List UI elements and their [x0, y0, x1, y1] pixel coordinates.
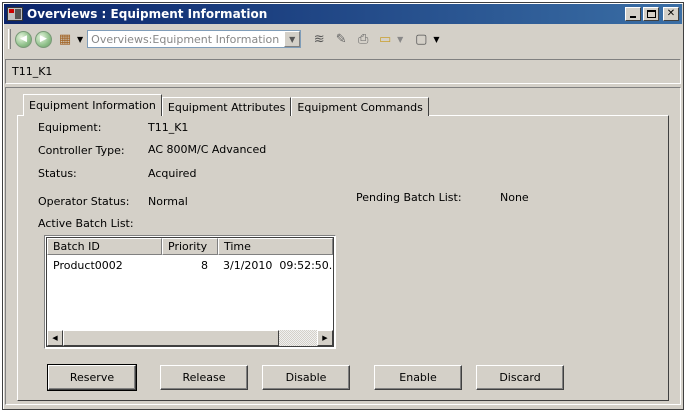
objects-icon: ▦: [58, 31, 72, 47]
scroll-left-button[interactable]: ◀: [47, 330, 63, 346]
tab-equipment-information[interactable]: Equipment Information: [23, 94, 162, 116]
pending-batch-list-label: Pending Batch List:: [356, 191, 462, 204]
pin-icon: ✎: [335, 31, 347, 47]
scroll-thumb[interactable]: [63, 330, 279, 346]
address-combobox[interactable]: Overviews:Equipment Information ▼: [87, 30, 302, 48]
time-cell: 3/1/2010 09:52:50.: [223, 259, 333, 272]
enable-button[interactable]: Enable: [374, 365, 462, 390]
maximize-button[interactable]: [643, 7, 659, 21]
column-header-priority[interactable]: Priority: [162, 238, 218, 255]
scroll-track[interactable]: [279, 330, 317, 346]
address-dropdown-icon[interactable]: ▼: [284, 31, 301, 47]
release-button[interactable]: Release: [160, 365, 248, 390]
controller-type-value: AC 800M/C Advanced: [148, 143, 267, 156]
batch-id-cell: Product0002: [53, 259, 123, 272]
display-tool-button[interactable]: ▭: [375, 30, 395, 48]
title-bar[interactable]: Overviews : Equipment Information ✕: [4, 4, 682, 24]
window-dropdown-arrow[interactable]: ▼: [433, 35, 439, 44]
tab-equipment-attributes[interactable]: Equipment Attributes: [161, 97, 292, 116]
scroll-left-icon: ◀: [52, 334, 58, 342]
scroll-right-button[interactable]: ▶: [317, 330, 333, 346]
window-title: Overviews : Equipment Information: [27, 7, 268, 21]
pending-batch-list-value: None: [500, 191, 529, 204]
active-batch-list-label: Active Batch List:: [38, 217, 134, 230]
tab-strip: Equipment Information Equipment Attribut…: [23, 94, 429, 116]
controller-type-label: Controller Type:: [38, 144, 125, 157]
discard-button[interactable]: Discard: [476, 365, 564, 390]
printer-icon: ⎙: [357, 31, 369, 47]
main-window: Overviews : Equipment Information ✕ ◀ ▶ …: [2, 2, 684, 410]
operator-status-label: Operator Status:: [38, 195, 130, 208]
status-value: Acquired: [148, 167, 197, 180]
back-button[interactable]: ◀: [15, 30, 32, 48]
print-tool-button[interactable]: ⎙: [353, 30, 373, 48]
batch-list-header: Batch ID Priority Time: [47, 238, 333, 255]
status-label: Status:: [38, 167, 77, 180]
close-button[interactable]: ✕: [663, 7, 679, 21]
column-header-time[interactable]: Time: [218, 238, 333, 255]
stack-icon: ≋: [313, 31, 325, 47]
active-batch-list[interactable]: Batch ID Priority Time Product0002 8 3/1…: [44, 235, 336, 349]
back-arrow-icon: ◀: [20, 34, 27, 44]
equipment-value: T11_K1: [148, 121, 189, 134]
batch-list-frame: Batch ID Priority Time Product0002 8 3/1…: [46, 237, 334, 347]
toolbar: ◀ ▶ ▦ ▼ Overviews:Equipment Information …: [4, 26, 682, 52]
forward-button[interactable]: ▶: [35, 30, 52, 48]
objects-dropdown-arrow[interactable]: ▼: [77, 35, 83, 44]
minimize-icon: [630, 16, 636, 18]
app-icon: [7, 7, 23, 21]
window-icon: ▢: [415, 31, 428, 47]
forward-arrow-icon: ▶: [40, 34, 47, 44]
disable-button[interactable]: Disable: [262, 365, 350, 390]
equipment-label: Equipment:: [38, 121, 102, 134]
operator-status-value: Normal: [148, 195, 188, 208]
address-input[interactable]: Overviews:Equipment Information: [91, 33, 284, 46]
table-row[interactable]: Product0002 8 3/1/2010 09:52:50.: [47, 258, 333, 273]
priority-cell: 8: [201, 259, 208, 272]
toolbar-grip[interactable]: [8, 29, 11, 49]
scroll-right-icon: ▶: [322, 334, 328, 342]
minimize-button[interactable]: [625, 7, 641, 21]
pin-tool-button[interactable]: ✎: [331, 30, 351, 48]
maximize-icon: [646, 10, 656, 18]
horizontal-scrollbar[interactable]: ◀ ▶: [47, 330, 333, 346]
aspect-object-button[interactable]: ▦: [55, 30, 75, 48]
reserve-button[interactable]: Reserve: [47, 364, 137, 391]
tab-equipment-commands[interactable]: Equipment Commands: [291, 97, 429, 116]
display-icon: ▭: [379, 31, 392, 47]
close-icon: ✕: [666, 8, 676, 19]
object-path: T11_K1: [12, 65, 53, 78]
object-path-bar: T11_K1: [5, 59, 681, 84]
display-dropdown-arrow[interactable]: ▼: [397, 35, 403, 44]
stack-tool-button[interactable]: ≋: [309, 30, 329, 48]
window-tool-button[interactable]: ▢: [411, 30, 431, 48]
column-header-batch-id[interactable]: Batch ID: [47, 238, 162, 255]
